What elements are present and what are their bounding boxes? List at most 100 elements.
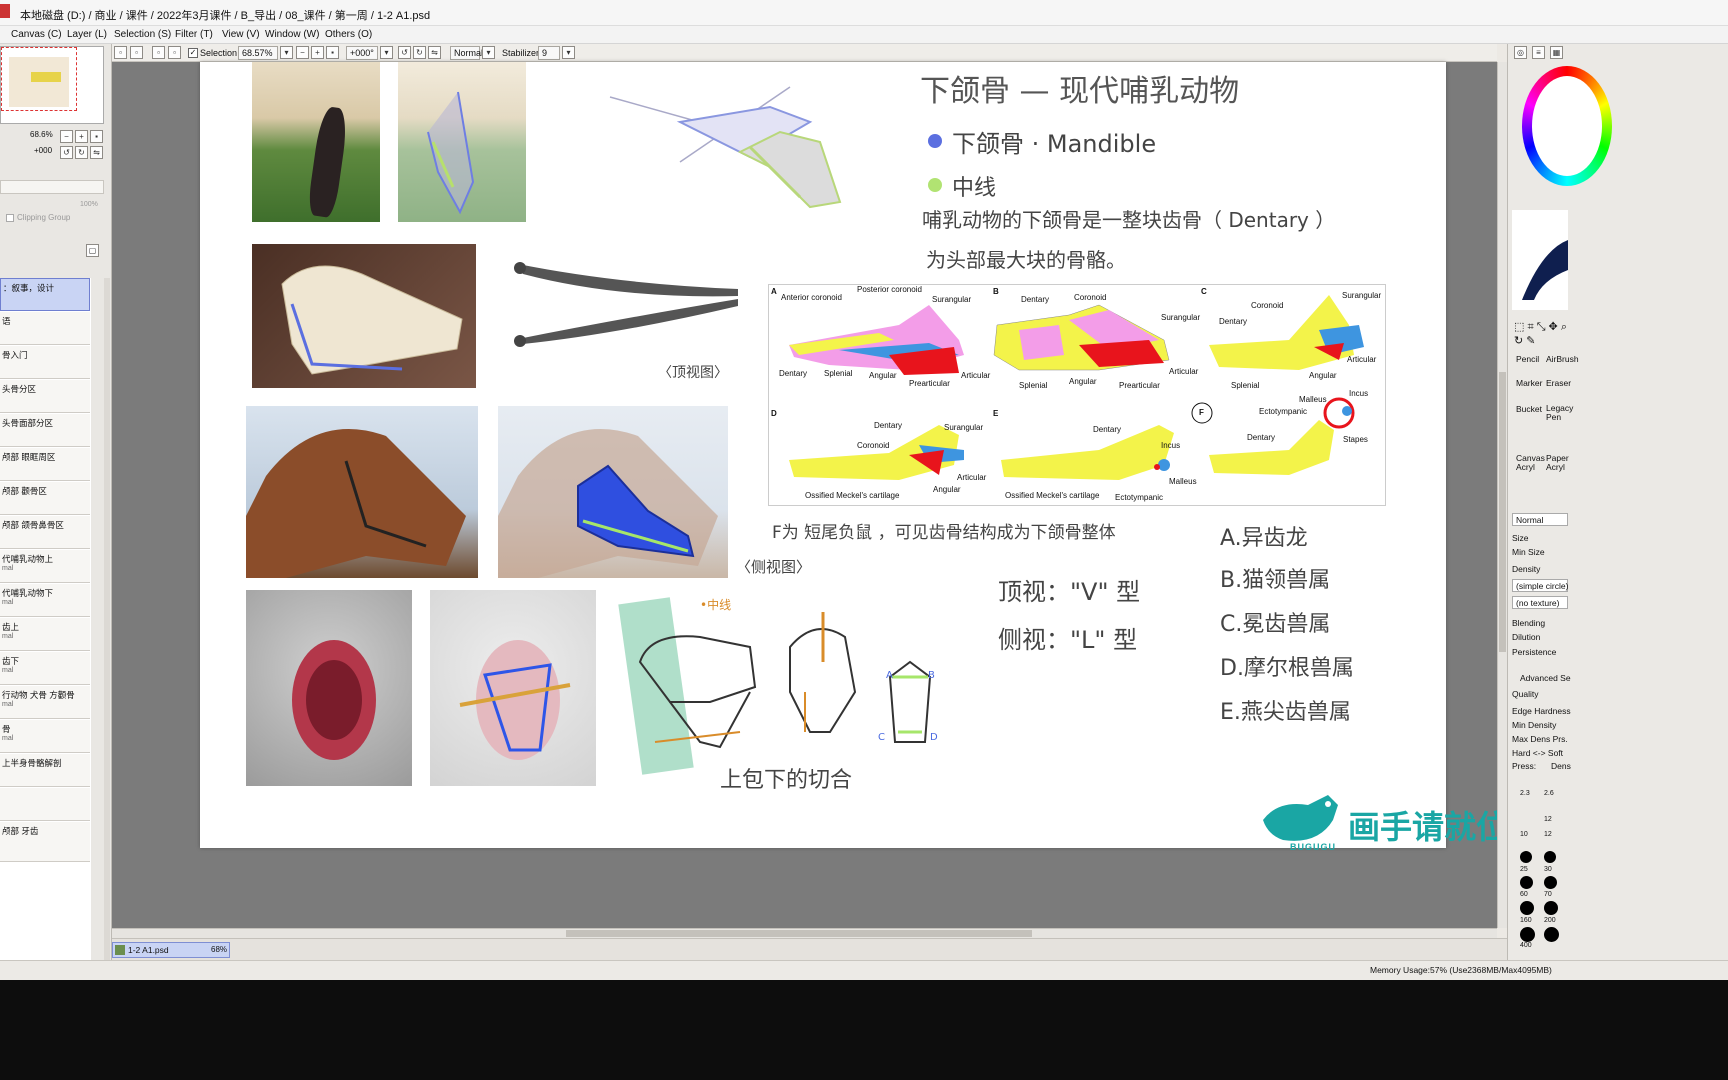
brush-size-option[interactable]: 200: [1544, 917, 1556, 924]
tool-canvas-acryl[interactable]: Canvas Acryl: [1516, 454, 1545, 472]
tool-bucket[interactable]: Bucket: [1516, 404, 1542, 414]
brush-size-option[interactable]: 160: [1520, 917, 1532, 924]
toolbar-rotate-right-icon[interactable]: ↻: [413, 46, 426, 59]
vertical-scrollbar[interactable]: [1497, 62, 1507, 928]
zoom-out-icon[interactable]: −: [60, 130, 73, 143]
select-all-icon[interactable]: ▫: [152, 46, 165, 59]
current-color-swatch[interactable]: [1512, 210, 1568, 310]
brush-size-option[interactable]: 12: [1544, 816, 1552, 823]
brush-size-option[interactable]: 2.3: [1520, 790, 1530, 797]
brush-size-option[interactable]: 2.6: [1544, 790, 1554, 797]
menu-filter[interactable]: Filter (T): [175, 29, 213, 40]
layer-item[interactable]: 骨入门: [0, 346, 90, 379]
advanced-settings-label[interactable]: Advanced Se: [1520, 673, 1571, 683]
layer-item[interactable]: 语: [0, 312, 90, 345]
stabilizer-label: Stabilizer: [502, 48, 540, 58]
horizontal-scroll-thumb[interactable]: [566, 930, 1032, 937]
layer-item[interactable]: 颅部 颧骨区: [0, 482, 90, 515]
brush-size-dot[interactable]: [1520, 876, 1533, 889]
tool-marker[interactable]: Marker: [1516, 378, 1542, 388]
layer-item[interactable]: 齿下 mal: [0, 652, 90, 685]
tool-eraser[interactable]: Eraser: [1546, 378, 1571, 388]
layer-item[interactable]: 头骨分区: [0, 380, 90, 413]
tool-pencil[interactable]: Pencil: [1516, 354, 1539, 364]
brush-size-dot[interactable]: [1520, 851, 1532, 863]
brush-size-option[interactable]: 60: [1520, 891, 1528, 898]
brush-size-dot[interactable]: [1544, 876, 1557, 889]
layer-item[interactable]: ：叙事，设计: [0, 278, 90, 311]
stabilizer-field[interactable]: 9: [538, 46, 560, 60]
tool-paper-acryl[interactable]: Paper Acryl: [1546, 454, 1569, 472]
menu-view[interactable]: View (V): [222, 29, 260, 40]
rotate-right-icon[interactable]: ↻: [75, 146, 88, 159]
zoom-field[interactable]: 68.57%: [238, 46, 278, 60]
menu-layer[interactable]: Layer (L): [67, 29, 107, 40]
clipping-group-checkbox[interactable]: [6, 214, 14, 222]
zoom-in-icon[interactable]: +: [75, 130, 88, 143]
brush-size-option[interactable]: 30: [1544, 866, 1552, 873]
vertical-scroll-thumb[interactable]: [1499, 372, 1506, 652]
brush-size-option[interactable]: 10: [1520, 831, 1528, 838]
layer-scrollbar[interactable]: [104, 278, 110, 968]
brush-size-option[interactable]: 400: [1520, 942, 1532, 949]
brush-size-option[interactable]: 12: [1544, 831, 1552, 838]
horizontal-scrollbar[interactable]: [112, 928, 1497, 938]
new-layer-icon[interactable]: ▢: [86, 244, 99, 257]
blend-mode-select[interactable]: Normal: [450, 46, 483, 60]
menu-selection[interactable]: Selection (S): [114, 29, 171, 40]
selection-checkbox[interactable]: ✓: [188, 48, 198, 58]
invert-selection-icon[interactable]: ▫: [130, 46, 143, 59]
layer-item[interactable]: 骨 mal: [0, 720, 90, 753]
document-tab[interactable]: 1-2 A1.psd 68%: [112, 942, 230, 958]
navigator-thumbnail[interactable]: [0, 46, 104, 124]
flip-icon[interactable]: ⇋: [90, 146, 103, 159]
brush-size-dot[interactable]: [1544, 901, 1558, 915]
toolbar-zoom-out-icon[interactable]: −: [296, 46, 309, 59]
tool-airbrush[interactable]: AirBrush: [1546, 354, 1579, 364]
tool-legacy-pen[interactable]: Legacy Pen: [1546, 404, 1573, 422]
brush-blend-select[interactable]: Normal: [1512, 513, 1568, 526]
layer-item[interactable]: 颅部 眼眶周区: [0, 448, 90, 481]
blend-dropdown-icon[interactable]: ▾: [482, 46, 495, 59]
layer-item[interactable]: [0, 788, 90, 821]
layer-item[interactable]: 行动物 犬骨 方颧骨 mal: [0, 686, 90, 719]
color-wheel[interactable]: [1522, 66, 1612, 186]
brush-size-dot[interactable]: [1544, 927, 1559, 942]
toolbar-flip-icon[interactable]: ⇋: [428, 46, 441, 59]
layer-item[interactable]: 上半身骨骼解剖: [0, 754, 90, 787]
brush-size-palette[interactable]: 2.3 2.6 12 10 12 25 30 60 70 160 200 400: [1512, 774, 1572, 954]
rotation-dropdown-icon[interactable]: ▾: [380, 46, 393, 59]
canvas-document[interactable]: 〈顶视图〉 〈侧视图〉 下颌骨 — 现代哺乳动物 下颌骨 · Mandible …: [200, 62, 1446, 848]
brush-size-dot[interactable]: [1544, 851, 1556, 863]
layer-item[interactable]: 颅部 牙齿: [0, 822, 90, 862]
menu-others[interactable]: Others (O): [325, 29, 372, 40]
color-panel-tab-icon[interactable]: ≡: [1532, 46, 1545, 59]
brush-size-dot[interactable]: [1520, 927, 1535, 942]
stabilizer-dropdown-icon[interactable]: ▾: [562, 46, 575, 59]
zoom-reset-icon[interactable]: ▪: [90, 130, 103, 143]
brush-size-option[interactable]: 70: [1544, 891, 1552, 898]
toolbar-fit-icon[interactable]: ▪: [326, 46, 339, 59]
transform-icon[interactable]: ▫: [168, 46, 181, 59]
legend-mandible: 下颌骨 · Mandible: [952, 130, 1157, 158]
rotate-left-icon[interactable]: ↺: [60, 146, 73, 159]
brush-texture-select[interactable]: (no texture): [1512, 596, 1568, 609]
zoom-dropdown-icon[interactable]: ▾: [280, 46, 293, 59]
brush-shape-select[interactable]: (simple circle): [1512, 579, 1568, 592]
menu-window[interactable]: Window (W): [265, 29, 319, 40]
fig-label: Surangular: [932, 295, 972, 304]
layer-item[interactable]: 头骨面部分区: [0, 414, 90, 447]
layer-item[interactable]: 齿上 mal: [0, 618, 90, 651]
brush-size-option[interactable]: 25: [1520, 866, 1528, 873]
menu-canvas[interactable]: Canvas (C): [11, 29, 62, 40]
brush-size-dot[interactable]: [1520, 901, 1534, 915]
color-panel-tab-icon[interactable]: ◎: [1514, 46, 1527, 59]
layer-item[interactable]: 代哺乳动物上 mal: [0, 550, 90, 583]
rotation-field[interactable]: +000°: [346, 46, 378, 60]
deselect-icon[interactable]: ▫: [114, 46, 127, 59]
layer-item[interactable]: 颅部 颌骨鼻骨区: [0, 516, 90, 549]
layer-item[interactable]: 代哺乳动物下 mal: [0, 584, 90, 617]
color-panel-tab-icon[interactable]: ▦: [1550, 46, 1563, 59]
toolbar-zoom-in-icon[interactable]: +: [311, 46, 324, 59]
toolbar-rotate-left-icon[interactable]: ↺: [398, 46, 411, 59]
